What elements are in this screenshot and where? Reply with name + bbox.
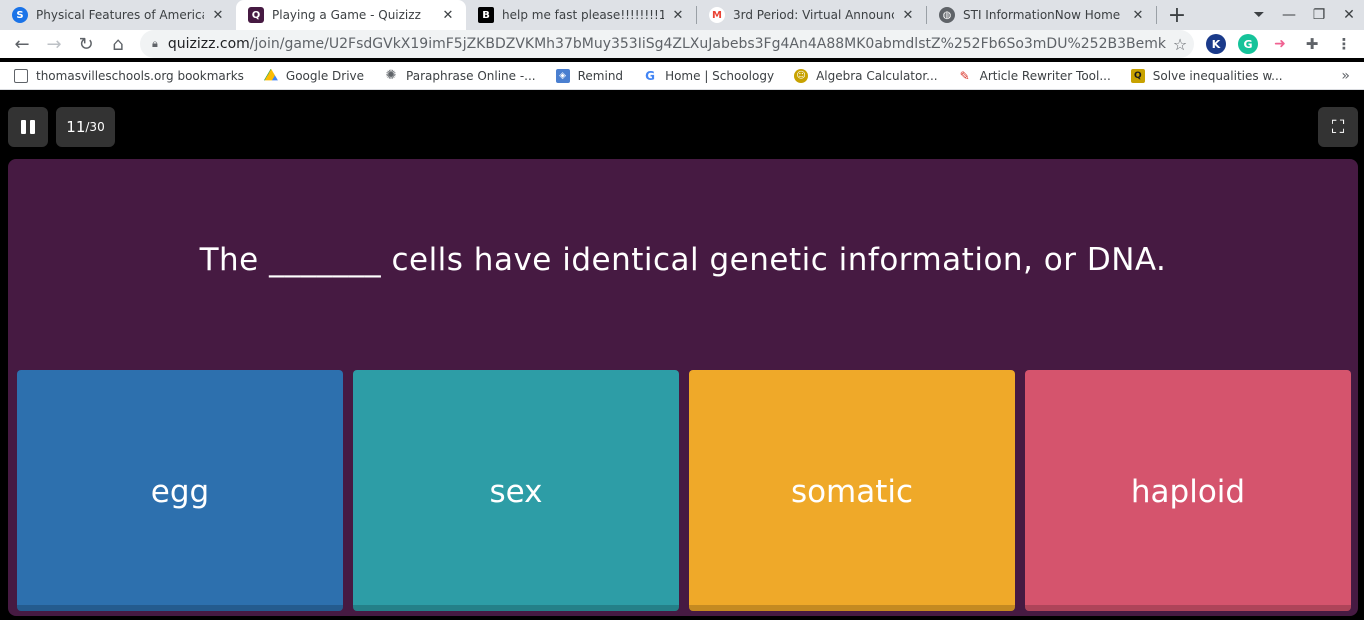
url-path: /join/game/U2FsdGVkX19imF5jZKBDZVKMh37bM…	[249, 36, 1166, 52]
bookmark-star-icon[interactable]: ☆	[1166, 35, 1194, 54]
browser-toolbar: ← → ↻ ⌂ 🔒︎ quizizz.com/join/game/U2FsdGV…	[0, 30, 1364, 58]
current-question-number: 11	[66, 118, 86, 136]
bookmark-label: Solve inequalities w...	[1152, 68, 1283, 83]
tab-title: 3rd Period: Virtual Announcem	[733, 8, 894, 22]
calculator-icon: ☺	[794, 68, 809, 83]
reload-icon[interactable]: ↻	[70, 30, 102, 58]
bookmark-label: Google Drive	[285, 68, 365, 83]
close-icon[interactable]: ✕	[210, 7, 226, 23]
schoology-favicon-icon: S	[12, 7, 28, 23]
tab-gmail[interactable]: M 3rd Period: Virtual Announcem ✕	[697, 0, 926, 30]
window-controls: ⏷ — ❐ ✕	[1244, 0, 1364, 30]
answer-label: somatic	[790, 473, 914, 510]
quiz-game-area: 11/30 ⛶ The _______ cells have identical…	[0, 95, 1364, 620]
extension-arrow-icon[interactable]: ➜	[1270, 34, 1290, 54]
bookmark-google-drive[interactable]: Google Drive	[263, 68, 365, 83]
question-text: The _______ cells have identical genetic…	[199, 242, 1167, 278]
grammarly-icon[interactable]: G	[1238, 34, 1258, 54]
home-icon[interactable]: ⌂	[102, 30, 134, 58]
bookmark-label: Paraphrase Online -...	[406, 68, 536, 83]
paraphrase-icon: ✺	[385, 68, 397, 83]
address-bar[interactable]: 🔒︎ quizizz.com/join/game/U2FsdGVkX19imF5…	[140, 30, 1194, 58]
bookmark-schoology[interactable]: G Home | Schoology	[643, 69, 774, 83]
tab-title: help me fast please!!!!!!!!1 - Bra	[502, 8, 664, 22]
minimize-icon[interactable]: —	[1274, 7, 1304, 23]
fullscreen-button[interactable]: ⛶	[1318, 107, 1358, 147]
forward-icon[interactable]: →	[38, 30, 70, 58]
bookmark-article-rewriter[interactable]: ✎ Article Rewriter Tool...	[958, 69, 1111, 83]
bookmark-algebra-calculator[interactable]: ☺ Algebra Calculator...	[794, 68, 938, 83]
close-icon[interactable]: ✕	[670, 7, 686, 23]
url-host: quizizz.com	[167, 36, 250, 52]
bookmark-folder-thomasville[interactable]: thomasvilleschools.org bookmarks	[14, 68, 244, 83]
close-icon[interactable]: ✕	[440, 7, 456, 23]
remind-icon: ◈	[555, 68, 570, 83]
rewriter-icon: ✎	[959, 68, 970, 83]
tab-physical-features[interactable]: S Physical Features of America | ✕	[0, 0, 236, 30]
tab-search-icon[interactable]: ⏷	[1244, 7, 1274, 23]
new-tab-button[interactable]: +	[1157, 0, 1197, 30]
question-counter: 11/30	[56, 107, 115, 147]
answer-label: sex	[489, 473, 543, 510]
answer-option-2[interactable]: sex	[353, 370, 679, 611]
answer-label: egg	[150, 473, 210, 510]
restore-icon[interactable]: ❐	[1304, 7, 1334, 23]
bookmark-solve-inequalities[interactable]: Q Solve inequalities w...	[1130, 68, 1283, 83]
back-icon[interactable]: ←	[6, 30, 38, 58]
url-text[interactable]: quizizz.com/join/game/U2FsdGVkX19imF5jZK…	[168, 36, 1166, 52]
quizizz-favicon-icon: Q	[248, 7, 264, 23]
tab-sti-informationnow[interactable]: ◍ STI InformationNow Home Po ✕	[927, 0, 1156, 30]
tab-quizizz[interactable]: Q Playing a Game - Quizizz ✕	[236, 0, 466, 30]
answer-label: haploid	[1130, 473, 1246, 510]
lock-icon[interactable]: 🔒︎	[152, 37, 158, 51]
answer-option-3[interactable]: somatic	[689, 370, 1015, 611]
fullscreen-icon: ⛶	[1331, 116, 1345, 138]
bookmarks-overflow-icon[interactable]: »	[1341, 68, 1350, 84]
close-icon[interactable]: ✕	[1130, 7, 1146, 23]
close-icon[interactable]: ✕	[900, 7, 916, 23]
google-icon: G	[645, 68, 655, 83]
folder-icon	[14, 68, 28, 83]
tab-title: Playing a Game - Quizizz	[272, 8, 421, 22]
bookmark-label: thomasvilleschools.org bookmarks	[36, 68, 244, 83]
brainly-favicon-icon: B	[478, 7, 494, 23]
tab-brainly[interactable]: B help me fast please!!!!!!!!1 - Bra ✕	[466, 0, 696, 30]
menu-kebab-icon[interactable]: ⋮	[1334, 34, 1354, 54]
tab-strip: S Physical Features of America | ✕ Q Pla…	[0, 0, 1364, 30]
bookmarks-bar: thomasvilleschools.org bookmarks Google …	[0, 62, 1364, 90]
drive-icon	[263, 68, 278, 81]
window-close-icon[interactable]: ✕	[1334, 7, 1364, 23]
total-questions: /30	[85, 120, 105, 134]
bookmark-remind[interactable]: ◈ Remind	[555, 68, 624, 83]
tab-title: STI InformationNow Home Po	[963, 8, 1124, 22]
gmail-favicon-icon: M	[709, 7, 725, 23]
answer-option-1[interactable]: egg	[17, 370, 343, 611]
globe-icon: ◍	[939, 7, 955, 23]
extensions-puzzle-icon[interactable]: ✚	[1302, 34, 1322, 54]
pause-button[interactable]	[8, 107, 48, 147]
answer-option-4[interactable]: haploid	[1025, 370, 1351, 611]
bookmark-label: Remind	[577, 68, 624, 83]
bookmark-paraphrase-online[interactable]: ✺ Paraphrase Online -...	[384, 68, 536, 83]
pause-icon	[21, 120, 35, 134]
q-icon: Q	[1130, 68, 1145, 83]
bookmark-label: Algebra Calculator...	[816, 68, 938, 83]
bookmark-label: Home | Schoology	[665, 68, 775, 83]
tab-title: Physical Features of America |	[36, 8, 204, 22]
extension-k-icon[interactable]: K	[1206, 34, 1226, 54]
bookmark-label: Article Rewriter Tool...	[979, 68, 1111, 83]
